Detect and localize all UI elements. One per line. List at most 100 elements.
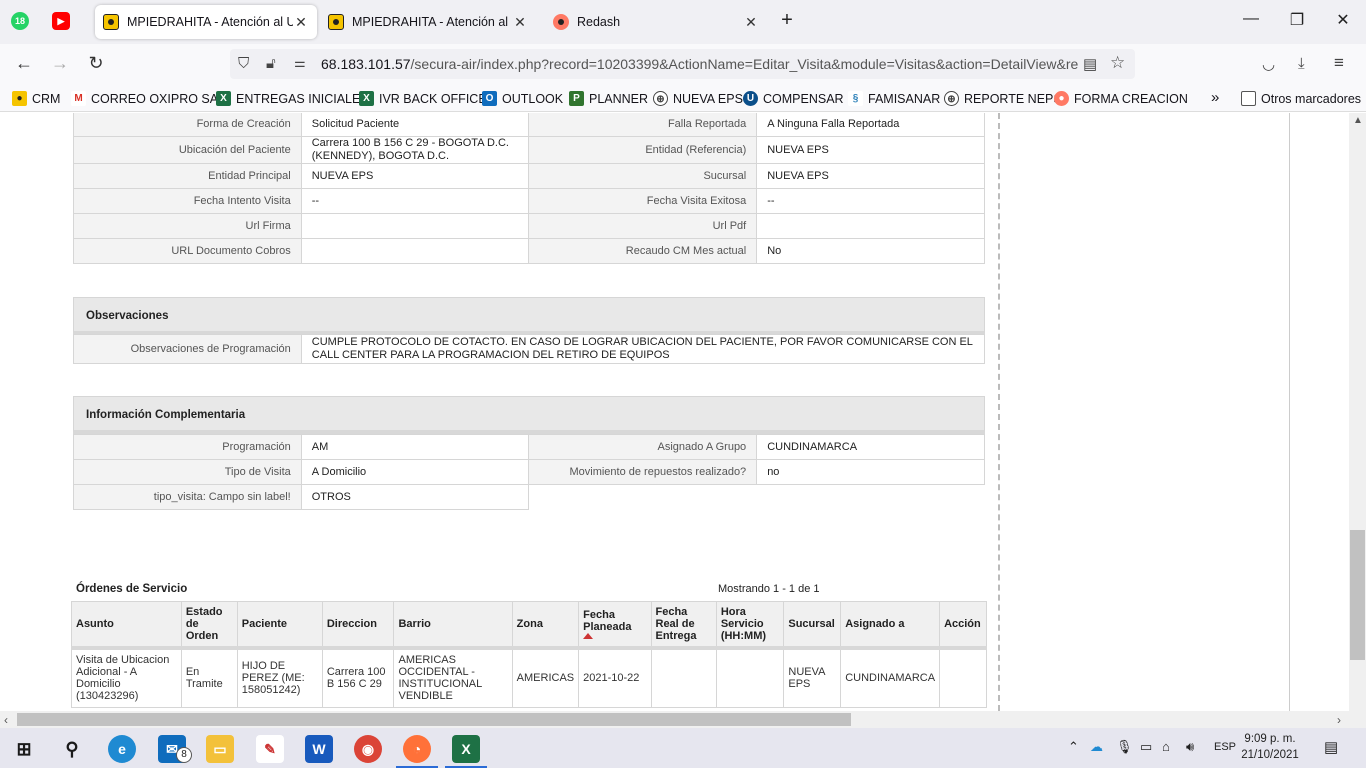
scroll-up-icon[interactable]: ▲ bbox=[1353, 115, 1363, 126]
back-icon[interactable]: ← bbox=[12, 53, 36, 74]
horizontal-scroll-thumb[interactable] bbox=[17, 713, 851, 726]
excel-icon[interactable]: X bbox=[452, 735, 480, 763]
col-asunto[interactable]: Asunto bbox=[71, 601, 182, 650]
more-bookmarks-icon[interactable]: » bbox=[1211, 89, 1219, 106]
field-value: CUNDINAMARCA bbox=[756, 434, 985, 460]
forward-icon[interactable]: → bbox=[48, 53, 72, 74]
whatsapp-icon[interactable]: 18 bbox=[11, 12, 29, 30]
complementaria-header: Información Complementaria bbox=[73, 396, 985, 434]
field-label: Url Pdf bbox=[528, 213, 758, 239]
bookmark-planner[interactable]: P PLANNER bbox=[569, 91, 648, 106]
bookmark-reporte-neps[interactable]: ⊕ REPORTE NEPS bbox=[944, 91, 1062, 106]
bookmark-compensar[interactable]: U COMPENSAR bbox=[743, 91, 844, 106]
edge-icon[interactable]: e bbox=[108, 735, 136, 763]
secura-air-favicon-icon bbox=[328, 14, 344, 30]
url-host: 68.183.101.57 bbox=[321, 56, 411, 72]
bookmark-forma-creacion[interactable]: ● FORMA CREACION bbox=[1054, 91, 1188, 106]
insecure-lock-icon[interactable]: 🔓︎ bbox=[266, 55, 276, 72]
tab-mpiedrahita-2[interactable]: MPIEDRAHITA - Atención al Usuario ✕ bbox=[320, 5, 536, 39]
bookmark-ivr[interactable]: X IVR BACK OFFICE bbox=[359, 91, 487, 106]
cell-direccion: Carrera 100 B 156 C 29 bbox=[321, 647, 395, 708]
scroll-right-icon[interactable]: › bbox=[1337, 713, 1341, 727]
downloads-icon[interactable]: ⤓ bbox=[1298, 55, 1305, 72]
youtube-icon[interactable]: ▶ bbox=[52, 12, 70, 30]
observaciones-header: Observaciones bbox=[73, 297, 985, 335]
page-content: Forma de Creación Solicitud Paciente Falla… bbox=[0, 113, 1349, 711]
close-tab-icon[interactable]: ✕ bbox=[293, 14, 309, 31]
excel-icon: X bbox=[216, 91, 231, 106]
bookmark-star-icon[interactable]: ☆ bbox=[1110, 53, 1125, 73]
field-value: CUMPLE PROTOCOLO DE COTACTO. EN CASO DE … bbox=[300, 334, 986, 364]
col-estado[interactable]: Estado de Orden bbox=[180, 601, 238, 650]
tab-mpiedrahita-1[interactable]: MPIEDRAHITA - Atención al Usuario ✕ bbox=[95, 5, 317, 39]
ordenes-table: Asunto Estado de Orden Paciente Direccio… bbox=[71, 601, 987, 708]
col-fecha-planeada[interactable]: Fecha Planeada bbox=[578, 601, 652, 650]
sort-ascending-icon bbox=[583, 632, 594, 639]
bookmark-label: FAMISANAR bbox=[868, 91, 941, 106]
scroll-left-icon[interactable]: ‹ bbox=[4, 713, 8, 727]
col-fecha-real[interactable]: Fecha Real de Entrega bbox=[650, 601, 717, 650]
tab-redash[interactable]: Redash ✕ bbox=[545, 5, 767, 39]
reader-view-icon[interactable]: ▤ bbox=[1083, 55, 1097, 73]
bookmark-outlook[interactable]: O OUTLOOK bbox=[482, 91, 563, 106]
new-tab-icon[interactable]: + bbox=[772, 9, 802, 32]
close-window-icon[interactable]: ✕ bbox=[1328, 10, 1358, 30]
onedrive-icon[interactable]: ☁ bbox=[1090, 739, 1103, 755]
mail-badge: 8 bbox=[176, 747, 192, 763]
field-value: NUEVA EPS bbox=[756, 163, 985, 189]
col-direccion[interactable]: Direccion bbox=[321, 601, 395, 650]
cell-fecha-real bbox=[650, 647, 717, 708]
minimize-icon[interactable]: — bbox=[1236, 10, 1266, 28]
cell-paciente: HIJO DE PEREZ (ME: 158051242) bbox=[236, 647, 323, 708]
shield-icon[interactable]: ⛉ bbox=[238, 55, 249, 72]
restore-icon[interactable]: ❐ bbox=[1282, 10, 1312, 30]
volume-icon[interactable]: 🔊︎ bbox=[1186, 739, 1194, 755]
show-hidden-icons-icon[interactable]: ⌃ bbox=[1068, 739, 1079, 755]
table-row[interactable]: Visita de Ubicacion Adicional - A Domici… bbox=[71, 647, 987, 708]
field-value: NUEVA EPS bbox=[300, 163, 530, 189]
battery-icon[interactable]: ▭ bbox=[1140, 739, 1152, 755]
close-tab-icon[interactable]: ✕ bbox=[743, 14, 759, 31]
word-icon[interactable]: W bbox=[305, 735, 333, 763]
start-icon[interactable]: ⊞ bbox=[10, 735, 38, 763]
outlook-icon: O bbox=[482, 91, 497, 106]
ordenes-title: Órdenes de Servicio bbox=[76, 583, 188, 595]
col-paciente[interactable]: Paciente bbox=[236, 601, 323, 650]
system-clock[interactable]: 9:09 p. m. 21/10/2021 bbox=[1240, 731, 1300, 763]
bookmark-nueva-eps[interactable]: ⊕ NUEVA EPS bbox=[653, 91, 743, 106]
pocket-icon[interactable]: ◡ bbox=[1262, 55, 1275, 73]
secura-air-favicon-icon bbox=[103, 14, 119, 30]
language-indicator[interactable]: ESP bbox=[1214, 741, 1236, 753]
file-explorer-icon[interactable]: ▭ bbox=[206, 735, 234, 763]
col-label: Asunto bbox=[76, 617, 114, 630]
redash-favicon-icon bbox=[553, 14, 569, 30]
col-hora-servicio[interactable]: Hora Servicio (HH:MM) bbox=[715, 601, 785, 650]
col-zona[interactable]: Zona bbox=[511, 601, 580, 650]
search-icon[interactable]: ⚲ bbox=[58, 735, 86, 763]
firefox-icon[interactable]: ◔ bbox=[403, 735, 431, 763]
bookmark-correo[interactable]: M CORREO OXIPRO SAS bbox=[71, 91, 226, 106]
bookmark-entregas[interactable]: X ENTREGAS INICIALES bbox=[216, 91, 369, 106]
col-sucursal[interactable]: Sucursal bbox=[783, 601, 842, 650]
microphone-icon[interactable]: 🎙︎ bbox=[1116, 739, 1133, 755]
reload-icon[interactable]: ↻ bbox=[84, 53, 108, 74]
col-asignado[interactable]: Asignado a bbox=[840, 601, 941, 650]
network-icon[interactable]: ⌂ bbox=[1162, 739, 1170, 754]
bookmark-crm[interactable]: ● CRM bbox=[12, 91, 60, 106]
notifications-icon[interactable]: ▤ bbox=[1324, 738, 1338, 756]
cell-barrio: AMERICAS OCCIDENTAL - INSTITUCIONAL VEND… bbox=[393, 647, 513, 708]
other-bookmarks[interactable]: Otros marcadores bbox=[1241, 91, 1361, 106]
vertical-scroll-thumb[interactable] bbox=[1350, 530, 1365, 660]
address-bar[interactable]: 68.183.101.57/secura-air/index.php?recor… bbox=[230, 49, 1135, 79]
cell-accion[interactable] bbox=[939, 647, 987, 708]
bookmark-famisanar[interactable]: § FAMISANAR bbox=[848, 91, 940, 106]
permissions-icon[interactable]: ⚌ bbox=[294, 55, 306, 71]
cell-asunto[interactable]: Visita de Ubicacion Adicional - A Domici… bbox=[71, 647, 182, 708]
chrome-icon[interactable]: ◉ bbox=[354, 735, 382, 763]
col-barrio[interactable]: Barrio bbox=[393, 601, 513, 650]
url-path: /secura-air/index.php?record=10203399&Ac… bbox=[410, 56, 1079, 72]
close-tab-icon[interactable]: ✕ bbox=[512, 14, 528, 31]
menu-icon[interactable]: ≡ bbox=[1334, 53, 1344, 73]
paint-icon[interactable]: ✎ bbox=[256, 735, 284, 763]
col-label: Barrio bbox=[398, 617, 431, 630]
